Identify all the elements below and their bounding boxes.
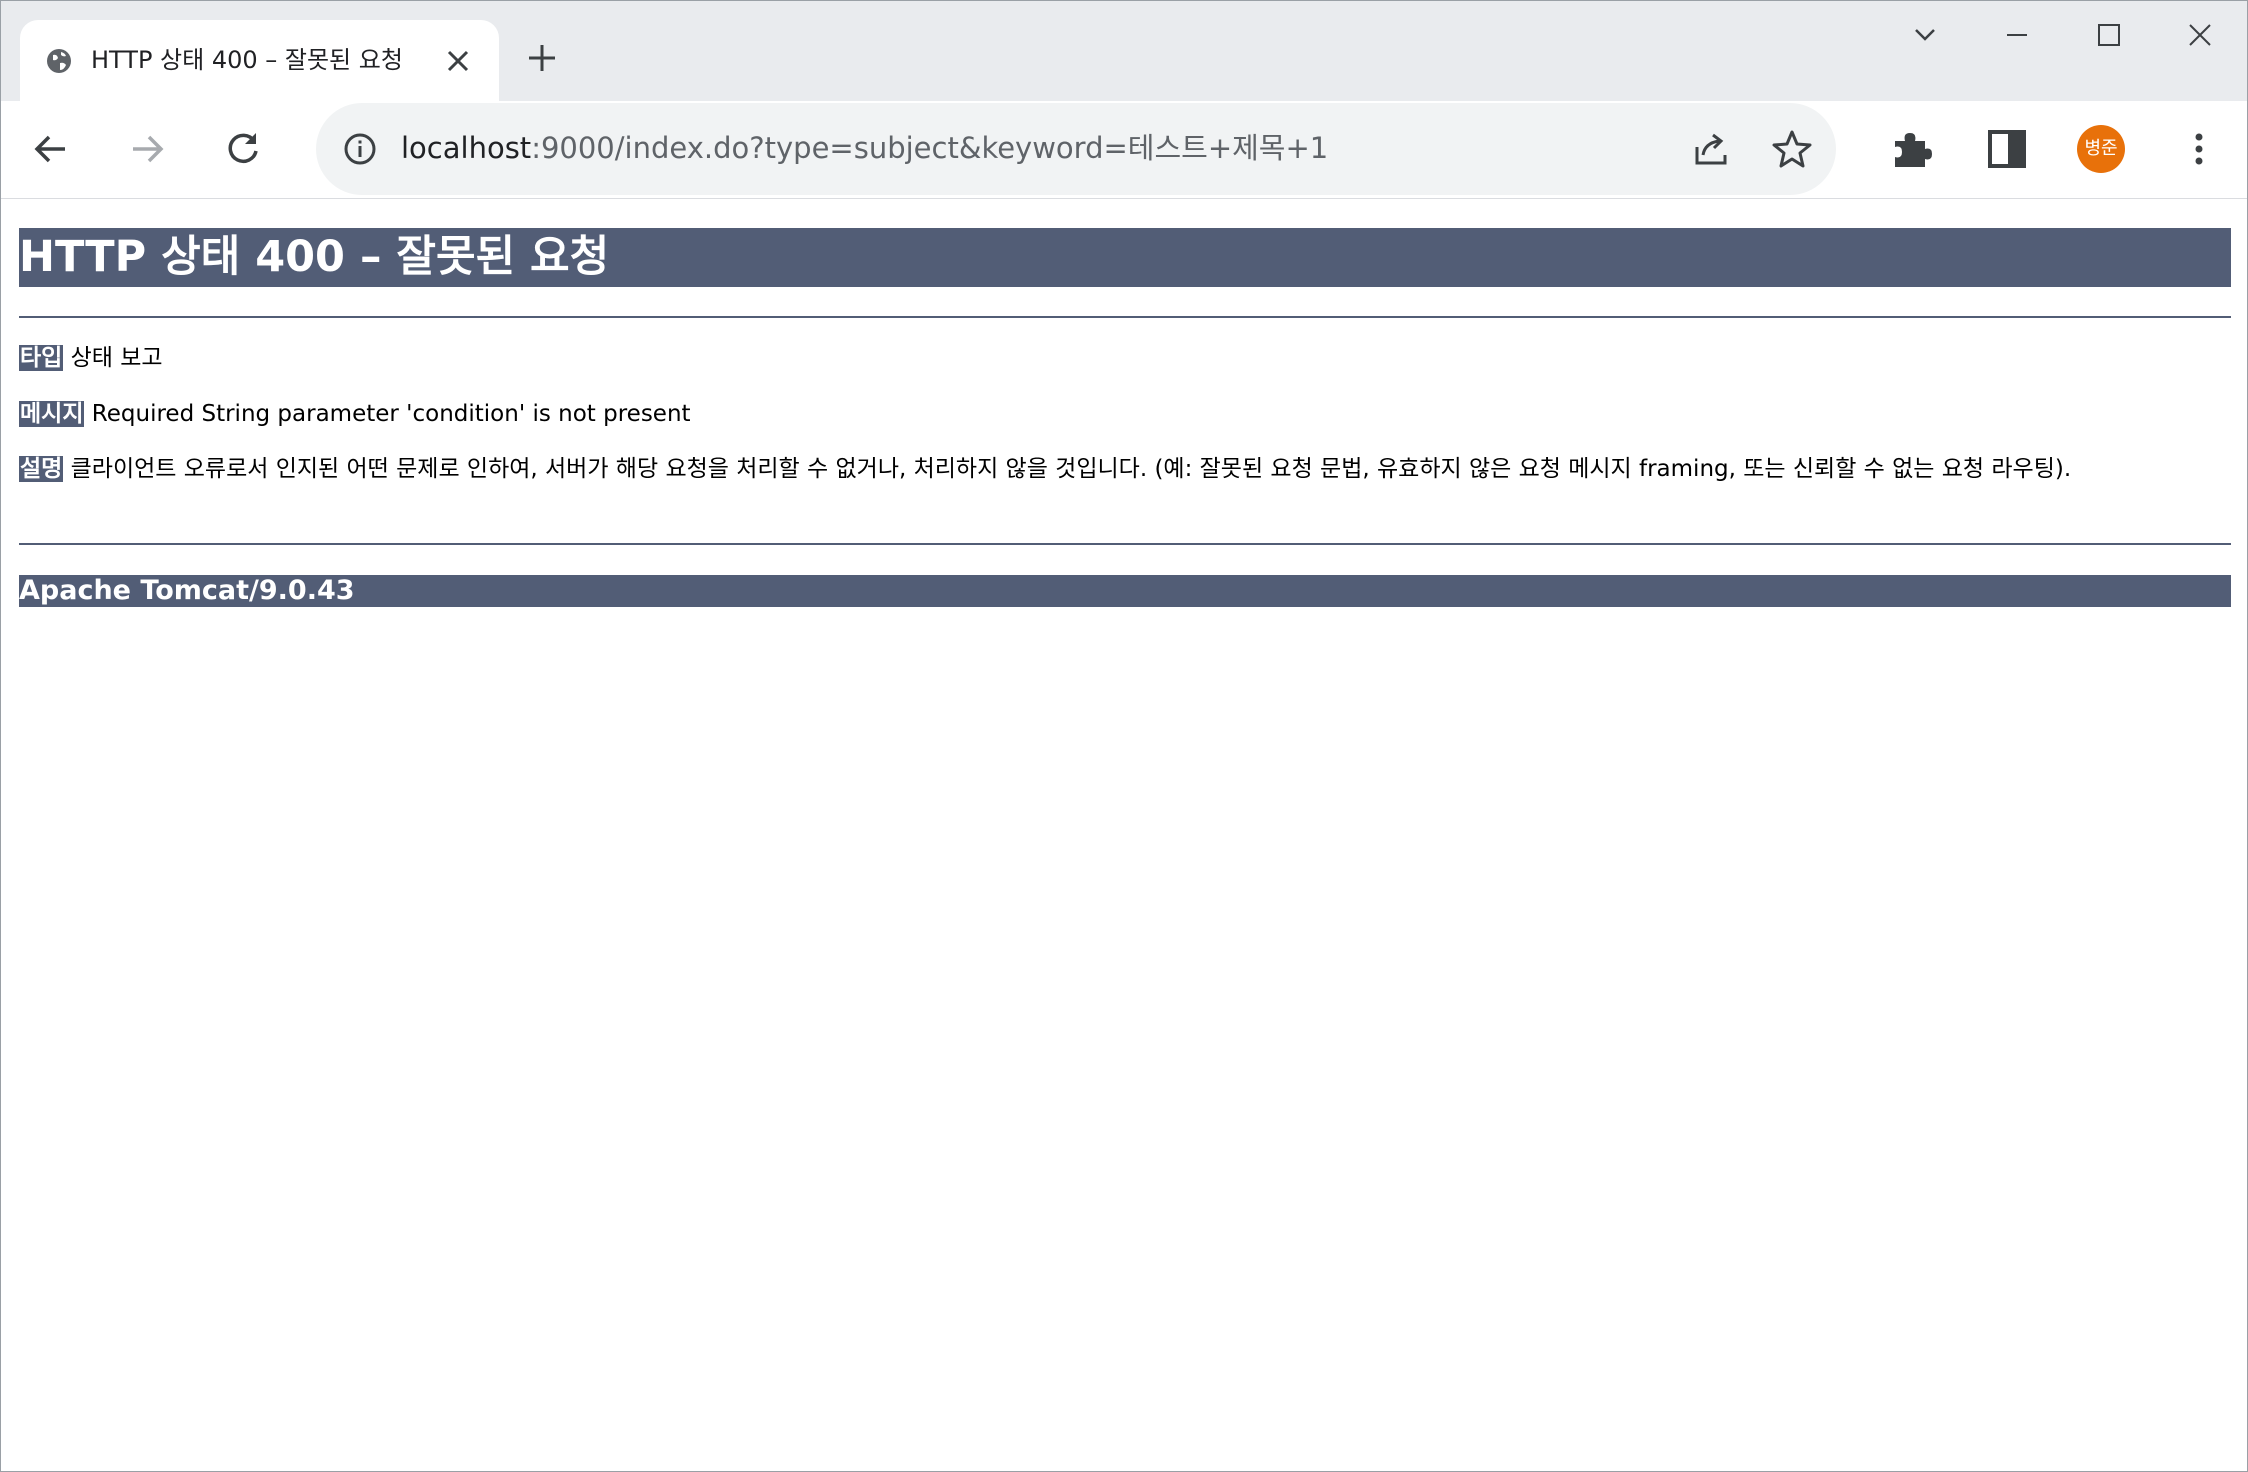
description-row: 설명 클라이언트 오류로서 인지된 어떤 문제로 인하여, 서버가 해당 요청을… [19,453,2231,485]
browser-window: HTTP 상태 400 – 잘못된 요청 localhost:9000/inde… [0,0,2248,1472]
tab-title: HTTP 상태 400 – 잘못된 요청 [91,46,403,74]
message-value: Required String parameter 'condition' is… [91,401,691,427]
page-content: HTTP 상태 400 – 잘못된 요청 타입 상태 보고 메시지 Requir… [1,199,2247,1471]
page-title: HTTP 상태 400 – 잘못된 요청 [19,228,2231,287]
type-row: 타입 상태 보고 [19,342,2231,374]
arrow-right-icon[interactable] [125,127,169,171]
reload-icon[interactable] [221,127,265,171]
minimize-icon[interactable] [1997,15,2037,55]
kebab-menu-icon[interactable] [2177,127,2221,171]
close-icon[interactable] [441,44,475,78]
url-text[interactable]: localhost:9000/index.do?type=subject&key… [401,125,1328,171]
description-label: 설명 [19,456,64,482]
divider-top [19,316,2231,318]
profile-avatar[interactable]: 병준 [2077,125,2125,173]
description-value: 클라이언트 오류로서 인지된 어떤 문제로 인하여, 서버가 해당 요청을 처리… [70,456,2072,482]
plus-icon[interactable] [525,41,559,75]
star-icon[interactable] [1770,127,1814,171]
url-path: :9000/index.do?type=subject&keyword=테스트+… [531,131,1329,165]
divider-bottom [19,543,2231,545]
tab-active[interactable]: HTTP 상태 400 – 잘못된 요청 [20,20,499,101]
globe-icon [47,49,71,73]
tab-strip: HTTP 상태 400 – 잘못된 요청 [1,1,2247,101]
message-row: 메시지 Required String parameter 'condition… [19,398,2231,430]
info-icon[interactable] [340,129,380,169]
share-icon[interactable] [1689,127,1733,171]
maximize-icon[interactable] [2089,15,2129,55]
arrow-left-icon[interactable] [29,127,73,171]
url-host: localhost [401,131,532,165]
type-label: 타입 [19,345,64,371]
address-bar[interactable]: localhost:9000/index.do?type=subject&key… [316,103,1836,195]
chevron-down-icon[interactable] [1905,15,1945,55]
type-value: 상태 보고 [70,345,163,371]
side-panel-icon[interactable] [1985,127,2029,171]
message-label: 메시지 [19,401,85,427]
close-window-icon[interactable] [2180,15,2220,55]
puzzle-icon[interactable] [1889,127,1933,171]
server-footer: Apache Tomcat/9.0.43 [19,575,2231,607]
browser-toolbar: localhost:9000/index.do?type=subject&key… [1,101,2247,199]
